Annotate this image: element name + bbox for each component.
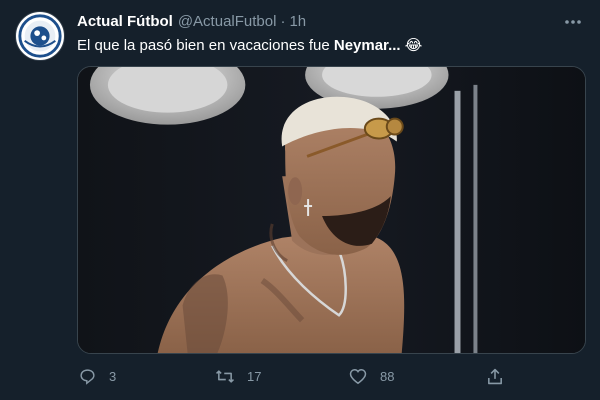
tweet-text-main: El que la pasó bien en vacaciones fue (77, 37, 334, 54)
timestamp[interactable]: 1h (289, 13, 306, 30)
like-button[interactable]: 88 (348, 366, 394, 386)
author-handle[interactable]: @ActualFutbol (178, 13, 277, 30)
separator-dot: · (280, 13, 286, 30)
photo-image (78, 67, 585, 353)
retweet-button[interactable]: 17 (215, 366, 261, 386)
reply-icon (77, 366, 97, 386)
more-options-button[interactable] (560, 12, 586, 32)
tweet-text: El que la pasó bien en vacaciones fue Ne… (77, 36, 422, 54)
tweet-header: Actual Fútbol @ActualFutbol · 1h (77, 13, 306, 30)
reply-count: 3 (109, 368, 117, 384)
more-horizontal-icon (565, 20, 581, 24)
tweet-photo[interactable] (77, 66, 586, 354)
reply-button[interactable]: 3 (77, 366, 116, 386)
retweet-count: 17 (247, 368, 262, 384)
author-name[interactable]: Actual Fútbol (77, 13, 173, 30)
tweet-actions: 3 17 88 (77, 366, 507, 390)
heart-icon (348, 366, 368, 386)
share-icon (485, 366, 505, 386)
avatar[interactable] (15, 11, 65, 61)
laughing-emoji: 😂 (404, 37, 423, 54)
tweet-text-bold: Neymar... (333, 37, 401, 54)
like-count: 88 (380, 368, 395, 384)
share-button[interactable] (485, 366, 505, 386)
profile-logo (16, 12, 64, 60)
retweet-icon (215, 366, 235, 386)
tweet-card[interactable]: Actual Fútbol @ActualFutbol · 1h El que … (0, 0, 600, 400)
